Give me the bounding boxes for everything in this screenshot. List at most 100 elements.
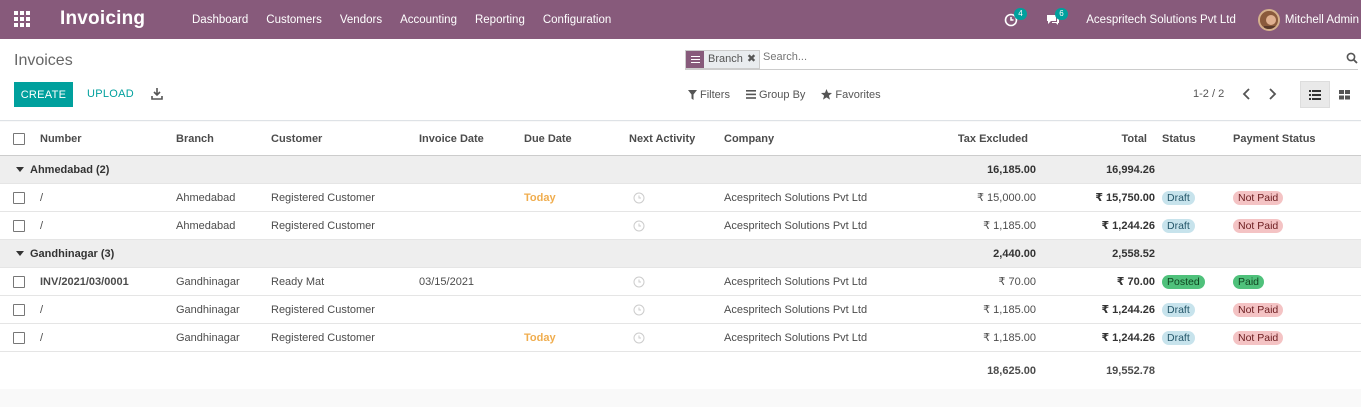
- filters-button[interactable]: Filters: [688, 89, 730, 101]
- upload-button[interactable]: UPLOAD: [87, 82, 134, 107]
- table-row[interactable]: / Ahmedabad Registered Customer Acesprit…: [0, 212, 1361, 240]
- kanban-view-icon: [1338, 89, 1350, 99]
- activity-clock-icon[interactable]: [633, 192, 645, 204]
- column-total[interactable]: Total: [1040, 122, 1147, 155]
- cell-customer: Registered Customer: [271, 303, 375, 316]
- caret-down-icon: [16, 251, 24, 256]
- cell-due-date: Today: [524, 191, 556, 204]
- group-tax-excluded: 16,185.00: [987, 163, 1036, 176]
- cell-total: ₹ 1,244.26: [1101, 220, 1155, 232]
- cell-total: ₹ 1,244.26: [1101, 332, 1155, 344]
- star-icon: [821, 89, 833, 100]
- app-title[interactable]: Invoicing: [60, 8, 145, 30]
- cell-customer: Registered Customer: [271, 331, 375, 344]
- group-row-ahmedabad[interactable]: Ahmedabad (2) 16,185.00 16,994.26: [0, 156, 1361, 184]
- column-due-date[interactable]: Due Date: [524, 122, 572, 155]
- cell-tax-excluded: ₹ 1,185.00: [983, 304, 1036, 316]
- favorites-button[interactable]: Favorites: [821, 89, 881, 101]
- table-row[interactable]: / Gandhinagar Registered Customer Today …: [0, 324, 1361, 352]
- activity-clock-icon[interactable]: [633, 304, 645, 316]
- messages-icon[interactable]: 6: [1045, 7, 1068, 27]
- column-tax-excluded[interactable]: Tax Excluded: [900, 122, 1028, 155]
- cell-tax-excluded: ₹ 70.00: [998, 276, 1036, 288]
- column-status[interactable]: Status: [1162, 122, 1196, 155]
- cell-company: Acespritech Solutions Pvt Ltd: [724, 219, 868, 232]
- groupby-button[interactable]: Group By: [745, 89, 805, 101]
- kanban-view-button[interactable]: [1331, 81, 1357, 108]
- pager-previous-icon[interactable]: [1242, 87, 1252, 101]
- menu-dashboard[interactable]: Dashboard: [183, 14, 257, 26]
- row-checkbox[interactable]: [13, 275, 25, 288]
- activity-clock-icon[interactable]: [633, 220, 645, 232]
- cell-due-date: Today: [524, 331, 556, 344]
- cell-company: Acespritech Solutions Pvt Ltd: [724, 275, 868, 288]
- pager-next-icon[interactable]: [1267, 87, 1277, 101]
- status-badge: Draft: [1162, 190, 1195, 205]
- cell-customer: Registered Customer: [271, 219, 375, 232]
- table-row[interactable]: / Gandhinagar Registered Customer Acespr…: [0, 296, 1361, 324]
- cell-number: /: [40, 191, 44, 204]
- facet-remove-icon[interactable]: ✖: [746, 51, 760, 68]
- list-view-button[interactable]: [1300, 81, 1330, 108]
- column-number[interactable]: Number: [40, 122, 82, 155]
- column-customer[interactable]: Customer: [271, 122, 322, 155]
- select-all-checkbox[interactable]: [13, 132, 25, 145]
- create-button[interactable]: CREATE: [14, 82, 73, 107]
- apps-menu-icon[interactable]: [14, 11, 32, 27]
- cell-company: Acespritech Solutions Pvt Ltd: [724, 331, 868, 344]
- row-checkbox[interactable]: [13, 331, 25, 344]
- search-icon[interactable]: [1346, 52, 1358, 64]
- cell-branch: Ahmedabad: [176, 219, 236, 232]
- group-total: 16,994.26: [1106, 163, 1155, 176]
- activity-clock-icon[interactable]: [633, 332, 645, 344]
- payment-status-badge: Paid: [1233, 274, 1265, 289]
- menu-reporting[interactable]: Reporting: [466, 14, 534, 26]
- row-checkbox[interactable]: [13, 219, 25, 232]
- table-row[interactable]: INV/2021/03/0001 Gandhinagar Ready Mat 0…: [0, 268, 1361, 296]
- group-row-gandhinagar[interactable]: Gandhinagar (3) 2,440.00 2,558.52: [0, 240, 1361, 268]
- search-input[interactable]: [763, 51, 1263, 63]
- cell-branch: Gandhinagar: [176, 303, 240, 316]
- row-checkbox[interactable]: [13, 191, 25, 204]
- search-facet-branch: Branch ✖: [685, 50, 761, 69]
- cell-number: /: [40, 219, 44, 232]
- column-invoice-date[interactable]: Invoice Date: [419, 122, 484, 155]
- cell-invoice-date: 03/15/2021: [419, 275, 475, 288]
- group-tax-excluded: 2,440.00: [993, 247, 1036, 260]
- company-switcher[interactable]: Acespritech Solutions Pvt Ltd: [1086, 14, 1236, 26]
- table-footer-totals: 18,625.00 19,552.78: [0, 352, 1361, 389]
- cell-tax-excluded: ₹ 1,185.00: [983, 332, 1036, 344]
- breadcrumb: Invoices: [14, 52, 73, 69]
- column-payment-status[interactable]: Payment Status: [1233, 122, 1316, 155]
- status-badge: Draft: [1162, 218, 1195, 233]
- main-menu: Dashboard Customers Vendors Accounting R…: [183, 0, 620, 39]
- column-branch[interactable]: Branch: [176, 122, 214, 155]
- column-next-activity[interactable]: Next Activity: [629, 122, 695, 155]
- caret-down-icon: [16, 167, 24, 172]
- pager-value[interactable]: 1-2 / 2: [1193, 82, 1224, 107]
- table-row[interactable]: / Ahmedabad Registered Customer Today Ac…: [0, 184, 1361, 212]
- page-background: [0, 389, 1361, 407]
- cell-tax-excluded: ₹ 15,000.00: [977, 192, 1036, 204]
- menu-customers[interactable]: Customers: [257, 14, 331, 26]
- activity-clock-icon[interactable]: [633, 276, 645, 288]
- activity-clock-icon[interactable]: 4: [1004, 7, 1027, 27]
- control-panel: Invoices Branch ✖ CREATE UPLOAD Filters …: [0, 39, 1361, 121]
- table-header: Number Branch Customer Invoice Date Due …: [0, 122, 1361, 156]
- payment-status-badge: Not Paid: [1233, 302, 1284, 317]
- menu-vendors[interactable]: Vendors: [331, 14, 391, 26]
- download-icon[interactable]: [151, 87, 163, 100]
- user-menu[interactable]: Mitchell Admin: [1285, 14, 1359, 26]
- group-total: 2,558.52: [1112, 247, 1155, 260]
- cell-total: ₹ 15,750.00: [1095, 192, 1155, 204]
- menu-configuration[interactable]: Configuration: [534, 14, 620, 26]
- column-company[interactable]: Company: [724, 122, 774, 155]
- status-badge: Draft: [1162, 330, 1195, 345]
- user-avatar[interactable]: [1257, 8, 1280, 31]
- status-badge: Posted: [1162, 274, 1205, 289]
- search-bar: Branch ✖: [685, 49, 1358, 70]
- payment-status-badge: Not Paid: [1233, 218, 1284, 233]
- row-checkbox[interactable]: [13, 303, 25, 316]
- menu-accounting[interactable]: Accounting: [391, 14, 466, 26]
- cell-number: /: [40, 303, 44, 316]
